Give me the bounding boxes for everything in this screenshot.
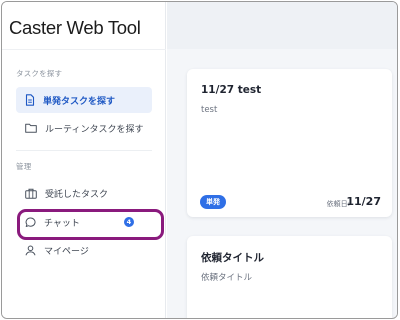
sidebar-item-routine-tasks[interactable]: ルーティンタスクを探す	[16, 115, 152, 141]
sidebar-item-label: マイページ	[44, 246, 89, 257]
task-card[interactable]: 11/27 test test 単発 依頼日: 11/27	[187, 69, 392, 217]
folder-icon	[25, 123, 37, 133]
request-date-value: 11/27	[346, 195, 381, 208]
sidebar-item-chat[interactable]: チャット 4	[16, 209, 152, 235]
sidebar-divider	[16, 150, 152, 151]
sidebar-item-accepted-tasks[interactable]: 受託したタスク	[16, 180, 152, 206]
task-card[interactable]: 依頼タイトル 依頼タイトル	[187, 236, 392, 318]
sidebar-item-label: チャット	[44, 218, 80, 229]
sidebar-item-label: ルーティンタスクを探す	[45, 124, 144, 135]
section-label-manage: 管理	[16, 162, 32, 171]
task-description: 依頼タイトル	[201, 273, 253, 283]
task-description: test	[201, 105, 218, 115]
chat-icon	[25, 216, 36, 227]
sidebar-item-my-page[interactable]: マイページ	[16, 237, 152, 263]
main-content: 11/27 test test 単発 依頼日: 11/27 依頼タイトル 依頼タ…	[167, 2, 397, 318]
sidebar-item-label: 受託したタスク	[45, 189, 109, 200]
task-title: 11/27 test	[201, 84, 262, 96]
sidebar-item-single-tasks[interactable]: 単発タスクを探す	[16, 87, 152, 113]
task-type-badge: 単発	[200, 195, 226, 209]
sidebar: Caster Web Tool タスクを探す 単発タスクを探す ルーティンタスク…	[2, 2, 166, 318]
briefcase-icon	[25, 188, 37, 199]
app-window: Caster Web Tool タスクを探す 単発タスクを探す ルーティンタスク…	[1, 1, 398, 319]
task-title: 依頼タイトル	[201, 252, 264, 264]
section-label-find-tasks: タスクを探す	[16, 69, 63, 78]
header-divider	[2, 49, 166, 50]
main-header	[167, 2, 397, 49]
sidebar-item-label: 単発タスクを探す	[43, 96, 116, 107]
user-icon	[25, 245, 36, 255]
document-icon	[25, 94, 35, 106]
unread-count-badge: 4	[123, 217, 134, 227]
app-title: Caster Web Tool	[9, 17, 141, 38]
